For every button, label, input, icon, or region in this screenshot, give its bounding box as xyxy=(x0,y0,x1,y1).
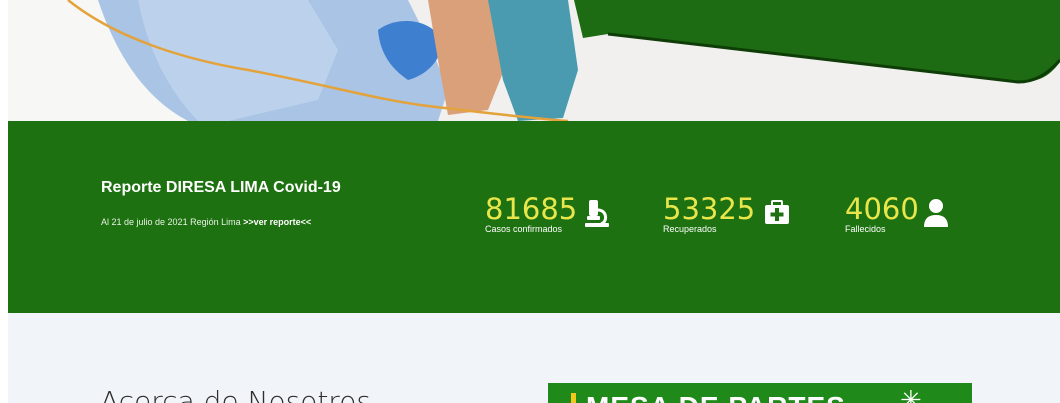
about-title: Acerca de Nosotros xyxy=(100,385,371,403)
view-report-link[interactable]: >>ver reporte<< xyxy=(243,217,311,227)
report-subtitle: Al 21 de julio de 2021 Región Lima >>ver… xyxy=(101,217,311,227)
stat-confirmed: 81685 Casos confirmados xyxy=(485,192,609,234)
stat-recovered: 53325 Recuperados xyxy=(663,192,789,234)
report-date: Al 21 de julio de 2021 Región Lima xyxy=(101,217,241,227)
stat-recovered-value: 53325 xyxy=(663,192,756,226)
covid-stats-band: Reporte DIRESA LIMA Covid-19 Al 21 de ju… xyxy=(8,121,1060,313)
microscope-icon xyxy=(583,198,611,233)
user-icon xyxy=(923,198,949,233)
hero-image xyxy=(8,0,1060,121)
stat-deceased: 4060 Fallecidos xyxy=(845,192,948,234)
about-section: Acerca de Nosotros MESA DE PARTES ✳ xyxy=(8,313,1060,403)
hero-banner xyxy=(8,0,1060,121)
report-title: Reporte DIRESA LIMA Covid-19 xyxy=(101,179,341,196)
mesa-de-partes-title: MESA DE PARTES xyxy=(586,391,846,403)
mesa-accent-bar xyxy=(571,393,576,403)
stat-confirmed-value: 81685 xyxy=(485,192,578,226)
sparkle-icon: ✳ xyxy=(900,385,922,403)
first-aid-kit-icon xyxy=(764,198,790,231)
mesa-de-partes-banner[interactable]: MESA DE PARTES ✳ xyxy=(548,383,972,403)
stat-deceased-value: 4060 xyxy=(845,192,919,226)
